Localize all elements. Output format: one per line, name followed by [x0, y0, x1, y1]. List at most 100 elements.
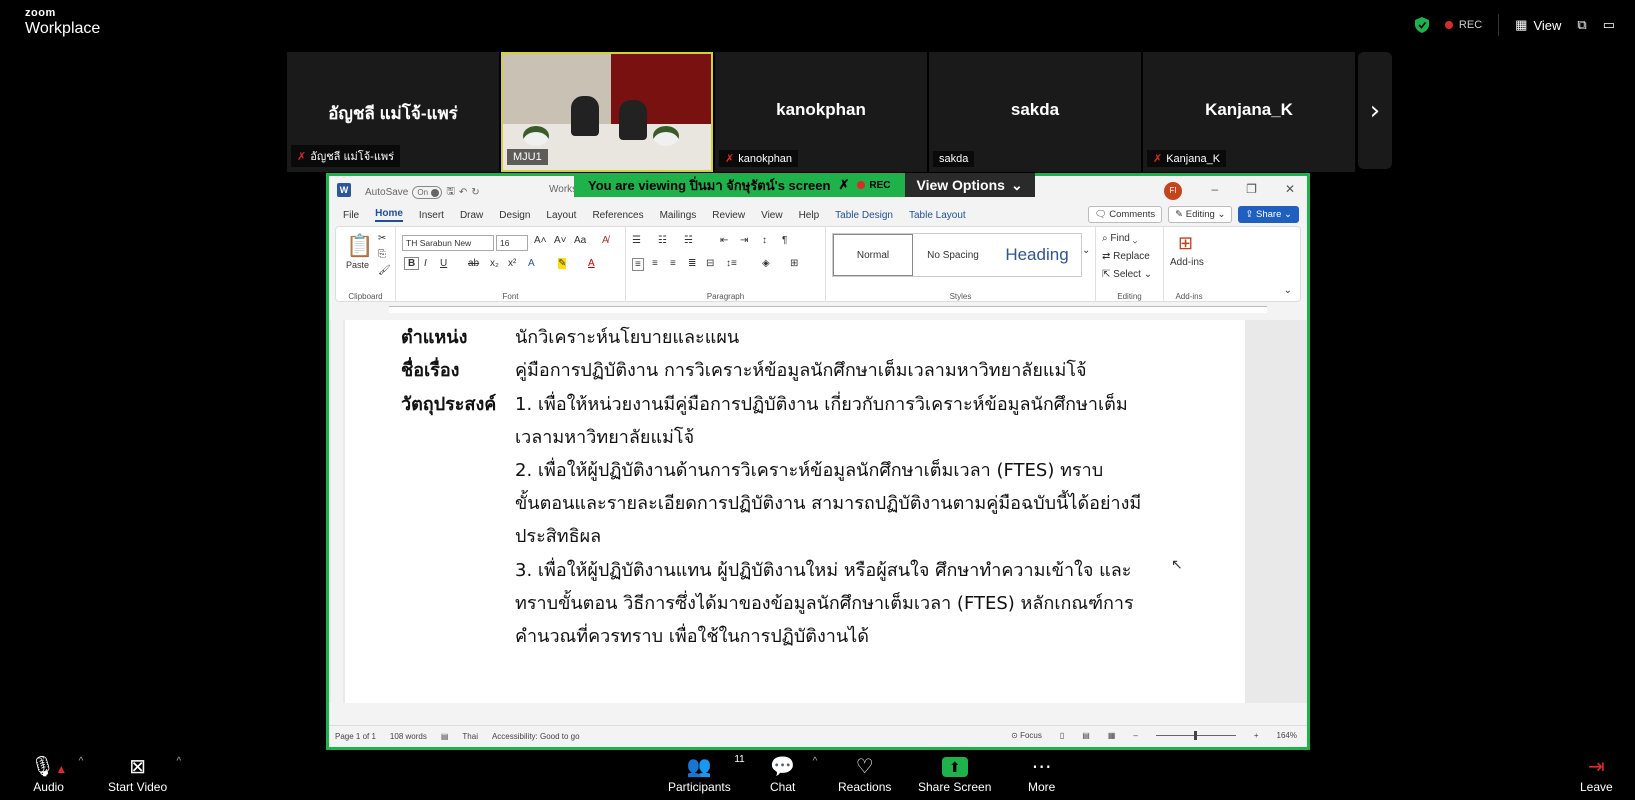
paste-icon[interactable]: 📋	[346, 233, 373, 259]
share-button[interactable]: ⇪ Share ⌄	[1238, 206, 1299, 223]
tab-mailings[interactable]: Mailings	[660, 210, 697, 221]
replace-button[interactable]: ⇄ Replace	[1102, 251, 1150, 262]
underline-icon[interactable]: U	[440, 258, 447, 269]
align-center-icon[interactable]: ≡	[652, 258, 658, 269]
more-button[interactable]: ⋯ More	[1028, 754, 1055, 794]
next-page-arrow-icon[interactable]: ›	[1358, 52, 1392, 169]
page-count[interactable]: Page 1 of 1	[335, 732, 376, 741]
tab-references[interactable]: References	[592, 210, 643, 221]
tab-review[interactable]: Review	[712, 210, 745, 221]
zoom-out-icon[interactable]: –	[1133, 731, 1137, 740]
highlight-icon[interactable]: ✎	[558, 258, 567, 269]
thai-distribute-icon[interactable]: ⊟	[706, 258, 714, 269]
start-video-button[interactable]: ⊠ Start Video ^	[108, 754, 181, 794]
redo-icon[interactable]: ↻	[471, 187, 479, 198]
participant-tile[interactable]: kanokphan ✗ kanokphan	[715, 52, 927, 172]
increase-indent-icon[interactable]: ⇥	[740, 235, 748, 246]
pilcrow-icon[interactable]: ¶	[782, 235, 787, 246]
zoom-level[interactable]: 164%	[1277, 731, 1297, 740]
participant-tile[interactable]: อัญชลี แม่โจ้-แพร่ ✗ อัญชลี แม่โจ้-แพร่	[287, 52, 499, 172]
strikethrough-icon[interactable]: ab	[468, 258, 479, 269]
autosave-control[interactable]: AutoSave On 🖫 ↶ ↻	[365, 184, 480, 201]
italic-icon[interactable]: I	[424, 258, 427, 269]
participant-tile[interactable]: Kanjana_K ✗ Kanjana_K	[1143, 52, 1355, 172]
borders-icon[interactable]: ⊞	[790, 258, 798, 269]
autosave-toggle[interactable]: On	[412, 186, 443, 199]
participant-tile[interactable]: sakda sakda	[929, 52, 1141, 172]
focus-button[interactable]: ⊙ Focus	[1011, 731, 1042, 740]
numbering-icon[interactable]: ☷	[658, 235, 667, 246]
justify-icon[interactable]: ≣	[688, 258, 696, 269]
paste-label[interactable]: Paste	[346, 260, 369, 270]
font-size-select[interactable]: 16	[496, 235, 528, 251]
participant-video-tile[interactable]: MJU1	[501, 52, 713, 172]
web-layout-icon[interactable]: ▦	[1108, 731, 1116, 740]
save-icon[interactable]: 🖫	[446, 184, 455, 201]
document-page[interactable]: ตำแหน่ง นักวิเคราะห์นโยบายและแผน ชื่อเรื…	[345, 320, 1245, 703]
select-button[interactable]: ⇱ Select ⌄	[1102, 269, 1152, 280]
tab-draw[interactable]: Draw	[460, 210, 483, 221]
superscript-icon[interactable]: x²	[508, 258, 516, 269]
style-normal[interactable]: Normal	[833, 234, 913, 276]
tab-home[interactable]: Home	[375, 208, 403, 222]
shading-icon[interactable]: ◈	[762, 258, 770, 269]
change-case-icon[interactable]: Aa	[574, 235, 586, 246]
clear-formatting-icon[interactable]: A̸	[602, 235, 609, 246]
addins-icon[interactable]: ⊞	[1178, 233, 1193, 254]
addins-label[interactable]: Add-ins	[1170, 257, 1204, 268]
multilevel-list-icon[interactable]: ☵	[684, 235, 693, 246]
style-heading[interactable]: Heading	[993, 234, 1081, 276]
chevron-up-icon[interactable]: ^	[813, 756, 818, 767]
tab-view[interactable]: View	[761, 210, 783, 221]
read-mode-icon[interactable]: ▯	[1060, 731, 1064, 740]
collapse-ribbon-icon[interactable]: ⌄	[1284, 285, 1292, 296]
recording-indicator[interactable]: REC	[1444, 19, 1482, 31]
leave-button[interactable]: ⇥ Leave	[1580, 754, 1613, 794]
grow-font-icon[interactable]: A˄	[534, 235, 547, 246]
shield-icon[interactable]	[1414, 17, 1429, 33]
sort-icon[interactable]: ↕	[762, 235, 767, 246]
bold-icon[interactable]: B	[404, 257, 420, 270]
tab-file[interactable]: File	[343, 210, 359, 221]
align-right-icon[interactable]: ≡	[670, 258, 676, 269]
editing-mode-button[interactable]: ✎ Editing ⌄	[1168, 206, 1233, 223]
reactions-button[interactable]: ♡ Reactions	[838, 754, 891, 794]
view-options-button[interactable]: View Options ⌄	[904, 173, 1035, 197]
accessibility-status[interactable]: Accessibility: Good to go	[492, 732, 580, 741]
zoom-slider[interactable]	[1155, 731, 1236, 740]
style-no-spacing[interactable]: No Spacing	[913, 234, 993, 276]
tab-table-layout[interactable]: Table Layout	[909, 210, 966, 221]
decrease-indent-icon[interactable]: ⇤	[720, 235, 728, 246]
undo-icon[interactable]: ↶	[459, 187, 467, 198]
word-count[interactable]: 108 words	[390, 732, 427, 741]
view-button[interactable]: ▦ View	[1515, 17, 1561, 33]
audio-button[interactable]: 🎙▲ Audio ^	[30, 754, 83, 794]
tab-insert[interactable]: Insert	[419, 210, 444, 221]
shrink-font-icon[interactable]: A˅	[554, 235, 567, 246]
tab-layout[interactable]: Layout	[546, 210, 576, 221]
print-layout-icon[interactable]: ▤	[1082, 731, 1090, 740]
tab-table-design[interactable]: Table Design	[835, 210, 893, 221]
restore-icon[interactable]: ❐	[1246, 182, 1257, 196]
align-left-icon[interactable]: ≡	[632, 258, 644, 271]
chevron-up-icon[interactable]: ^	[176, 756, 181, 767]
styles-more-icon[interactable]: ⌄	[1082, 245, 1090, 256]
fullscreen-icon[interactable]: ▭	[1603, 17, 1615, 33]
font-color-icon[interactable]: A	[588, 258, 595, 269]
find-button[interactable]: ⌕ Find ⌄	[1102, 233, 1137, 244]
language[interactable]: Thai	[462, 732, 478, 741]
format-painter-icon[interactable]: 🖌	[378, 265, 391, 276]
chevron-up-icon[interactable]: ^	[79, 756, 84, 767]
bullets-icon[interactable]: ☰	[632, 235, 641, 246]
minimize-icon[interactable]: –	[1211, 182, 1218, 196]
font-name-select[interactable]: TH Sarabun New	[402, 235, 494, 251]
user-avatar[interactable]: FI	[1164, 182, 1182, 200]
chat-button[interactable]: 💬 Chat ^	[770, 754, 817, 794]
copy-icon[interactable]: ⎘	[378, 249, 386, 260]
zoom-in-icon[interactable]: +	[1254, 731, 1259, 740]
tab-help[interactable]: Help	[799, 210, 820, 221]
close-icon[interactable]: ✕	[1285, 182, 1295, 196]
share-screen-button[interactable]: ⬆ Share Screen	[918, 754, 991, 794]
cut-icon[interactable]: ✂	[378, 233, 386, 244]
line-spacing-icon[interactable]: ↕≡	[726, 258, 737, 269]
